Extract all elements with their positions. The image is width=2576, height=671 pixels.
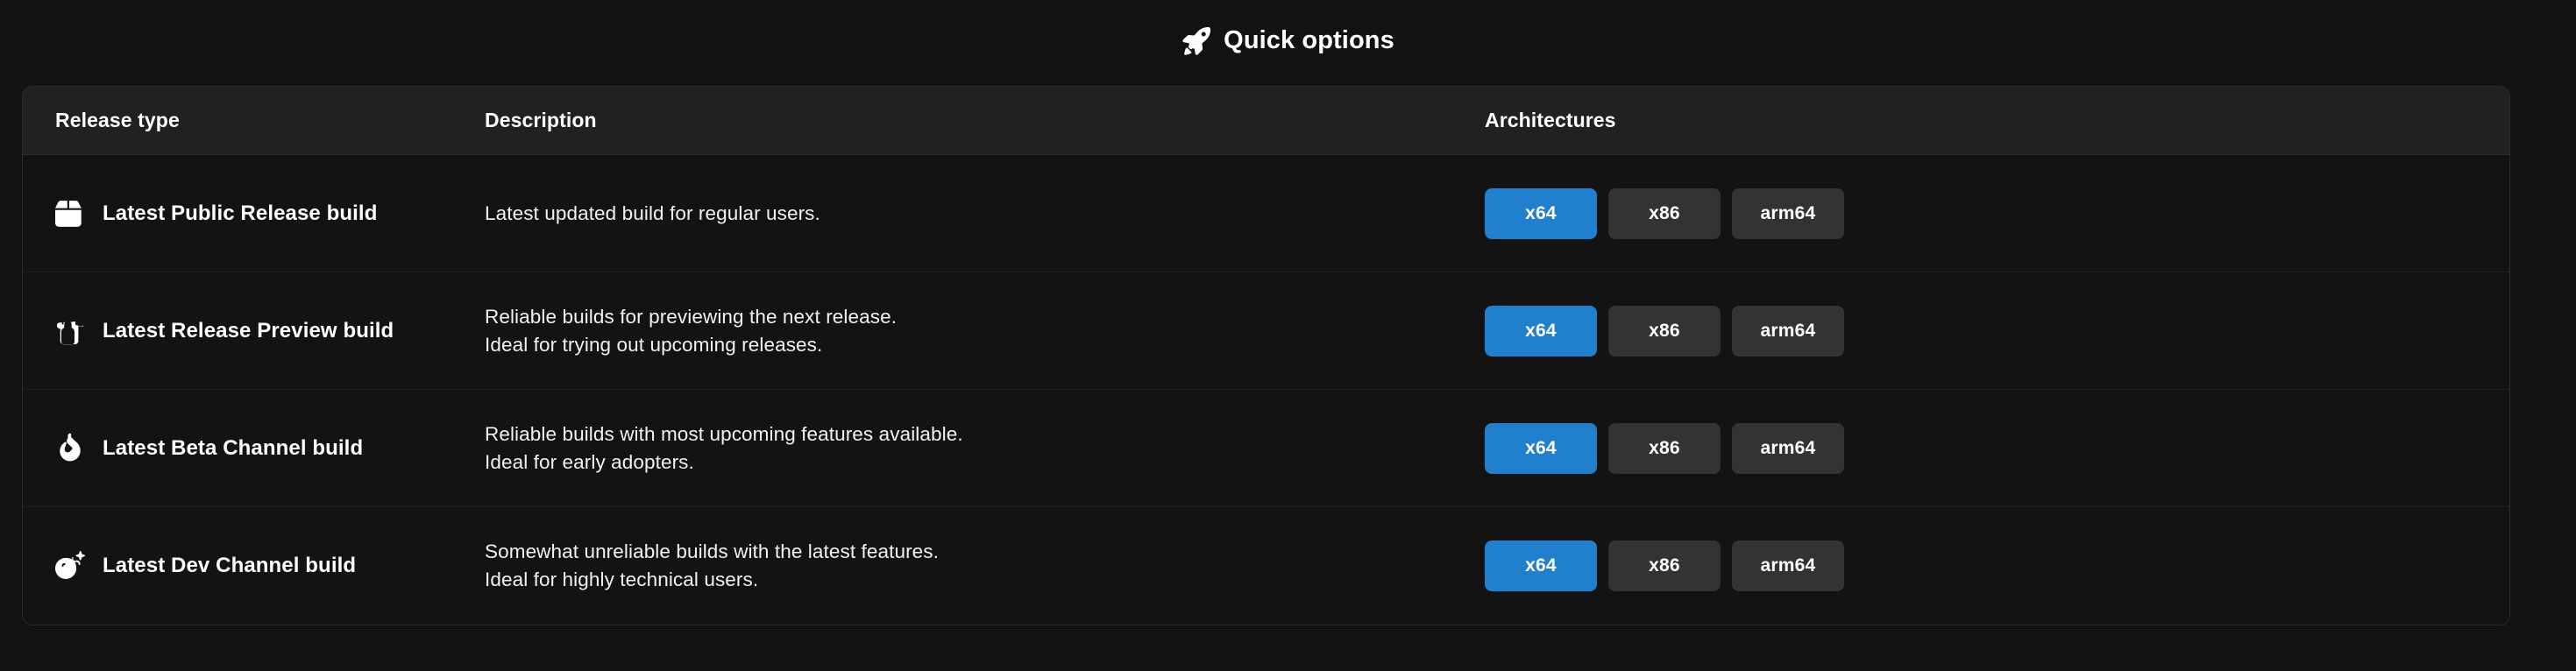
arch-button-arm64[interactable]: arm64 (1732, 422, 1844, 474)
arch-button-x86[interactable]: x86 (1608, 540, 1721, 591)
page-title: Quick options (0, 0, 2576, 81)
description-cell: Somewhat unreliable builds with the late… (461, 538, 1466, 594)
fire-extinguisher-icon (55, 314, 85, 349)
description-line: Somewhat unreliable builds with the late… (485, 540, 939, 563)
description-cell: Latest updated build for regular users. (461, 200, 1466, 228)
table-header-row: Release type Description Architectures (23, 87, 2509, 155)
description-line: Reliable builds with most upcoming featu… (485, 422, 963, 445)
box-icon (55, 196, 85, 231)
column-header-description: Description (485, 109, 597, 131)
arch-button-x64[interactable]: x64 (1485, 422, 1597, 474)
page-title-text: Quick options (1224, 25, 1394, 54)
arch-button-x86[interactable]: x86 (1608, 305, 1721, 357)
column-header-architectures: Architectures (1485, 109, 1616, 131)
quick-options-page: Quick options Release type Description A… (0, 0, 2576, 671)
release-type-label: Latest Beta Channel build (103, 435, 364, 460)
release-type-label: Latest Dev Channel build (103, 554, 357, 577)
rocket-icon (1182, 26, 1211, 56)
architectures-cell: x64 x86 arm64 (1466, 422, 2509, 474)
architectures-cell: x64 x86 arm64 (1466, 187, 2509, 239)
architectures-cell: x64 x86 arm64 (1466, 305, 2509, 357)
arch-button-x86[interactable]: x86 (1608, 187, 1721, 239)
release-type-cell: Latest Public Release build (23, 196, 461, 231)
release-type-label: Latest Public Release build (103, 201, 378, 225)
description-line: Ideal for trying out upcoming releases. (485, 333, 823, 356)
arch-button-x86[interactable]: x86 (1608, 422, 1721, 474)
release-type-cell: Latest Release Preview build (23, 314, 461, 349)
flame-icon (55, 431, 85, 466)
release-type-cell: Latest Beta Channel build (23, 431, 461, 466)
arch-button-arm64[interactable]: arm64 (1732, 187, 1844, 239)
arch-button-arm64[interactable]: arm64 (1732, 305, 1844, 357)
description-line: Ideal for highly technical users. (485, 569, 759, 590)
description-cell: Reliable builds with most upcoming featu… (461, 420, 1466, 477)
bomb-icon (55, 548, 85, 583)
release-type-cell: Latest Dev Channel build (23, 548, 461, 583)
arch-button-x64[interactable]: x64 (1485, 540, 1597, 591)
table-body: Latest Public Release build Latest update… (23, 155, 2509, 625)
description-line: Ideal for early adopters. (485, 450, 694, 473)
table-row: Latest Dev Channel build Somewhat unrelia… (23, 507, 2509, 625)
description-line: Latest updated build for regular users. (485, 201, 820, 224)
table-row: Latest Beta Channel build Reliable builds… (23, 390, 2509, 507)
arch-button-x64[interactable]: x64 (1485, 187, 1597, 239)
quick-options-table: Release type Description Architectures L… (22, 86, 2510, 625)
description-cell: Reliable builds for previewing the next … (461, 303, 1466, 359)
architectures-cell: x64 x86 arm64 (1466, 540, 2509, 591)
arch-button-arm64[interactable]: arm64 (1732, 540, 1844, 591)
arch-button-x64[interactable]: x64 (1485, 305, 1597, 357)
table-row: Latest Release Preview build Reliable bui… (23, 272, 2509, 390)
table-row: Latest Public Release build Latest update… (23, 155, 2509, 272)
release-type-label: Latest Release Preview build (103, 318, 394, 343)
description-line: Reliable builds for previewing the next … (485, 305, 898, 328)
column-header-release-type: Release type (55, 109, 180, 131)
